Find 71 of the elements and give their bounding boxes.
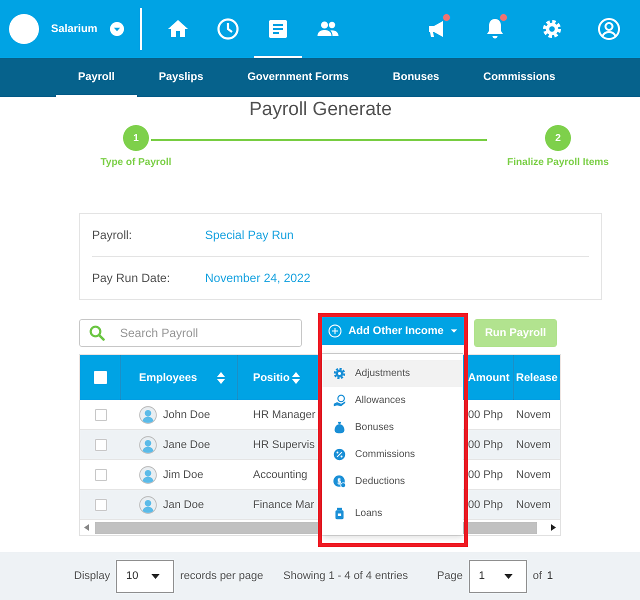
menu-item[interactable]: Bonuses [322, 414, 463, 441]
money-bag-icon [333, 421, 346, 434]
avatar-icon [139, 496, 157, 514]
menu-item[interactable]: Deductions [322, 468, 463, 495]
add-icon [328, 324, 342, 338]
table-cell: Novem [516, 408, 551, 420]
table-cell: 00 Php [468, 408, 503, 420]
caret-icon [504, 574, 513, 578]
entries-count: Showing 1 - 4 of 4 entries [283, 570, 408, 582]
table-cell: 00 Php [468, 498, 503, 510]
sort-icon[interactable] [217, 372, 225, 384]
nav-tab[interactable]: Government Forms [225, 58, 371, 97]
step-number: 2 [545, 125, 571, 151]
avatar-icon [139, 406, 157, 424]
employee-name: John Doe [163, 408, 210, 420]
row-checkbox[interactable] [94, 498, 106, 510]
nav-tab[interactable]: Payroll [56, 58, 137, 97]
menu-item[interactable]: Commissions [322, 441, 463, 468]
row-checkbox[interactable] [94, 438, 106, 450]
table-cell: HR Supervis [253, 438, 315, 450]
sort-icon[interactable] [292, 372, 300, 384]
page-title: Payroll Generate [248, 99, 393, 121]
percent-icon [333, 448, 346, 461]
row-checkbox[interactable] [94, 468, 106, 480]
jar-icon [333, 507, 346, 520]
detail-value: November 24, 2022 [205, 271, 310, 285]
nav-tab[interactable]: Bonuses [370, 58, 462, 97]
table-cell: Novem [516, 438, 551, 450]
avatar-icon [139, 436, 157, 454]
table-cell: Novem [516, 498, 551, 510]
scroll-left-icon[interactable] [84, 524, 89, 531]
caret-icon [151, 574, 160, 578]
gear-icon [333, 367, 346, 380]
table-cell: Accounting [253, 468, 308, 480]
pager-label: of [532, 570, 542, 582]
scroll-right-icon[interactable] [551, 524, 556, 531]
caret-icon [450, 327, 458, 335]
hand-coin-icon [333, 394, 346, 407]
menu-item[interactable]: Adjustments [322, 360, 463, 387]
menu-item[interactable]: Allowances [322, 387, 463, 414]
step-number: 1 [123, 125, 149, 151]
step-label: Type of Payroll [100, 157, 172, 168]
employee-name: Jim Doe [163, 468, 204, 480]
logo-circle [9, 14, 39, 44]
select-all-checkbox[interactable] [94, 371, 106, 384]
avatar-icon [139, 466, 157, 484]
table-cell: 00 Php [468, 438, 503, 450]
dropdown-icon[interactable] [110, 22, 124, 36]
table-cell: Finance Mar [253, 498, 314, 510]
menu-item[interactable]: Loans [322, 500, 463, 527]
employee-name: Jane Doe [163, 438, 210, 450]
per-page-select[interactable]: 10 [116, 560, 174, 592]
table-cell: HR Manager [253, 408, 316, 420]
total-pages: 1 [546, 570, 554, 582]
detail-label: Pay Run Date: [92, 271, 172, 285]
detail-value: Special Pay Run [205, 228, 294, 242]
dollar-icon [333, 475, 346, 488]
employee-name: Jan Doe [163, 498, 204, 510]
pager-label: Display [74, 570, 110, 582]
table-cell: 00 Php [468, 468, 503, 480]
pager-label: records per page [180, 570, 264, 582]
nav-tab[interactable]: Commissions [461, 58, 578, 97]
nav-tab[interactable]: Payslips [136, 58, 226, 97]
search-field[interactable]: Search Payroll [79, 319, 302, 347]
search-icon [89, 325, 105, 341]
pager-label: Page [437, 570, 463, 582]
detail-label: Payroll: [92, 228, 134, 242]
page-select[interactable]: 1 [468, 560, 527, 592]
step-label: Finalize Payroll Items [507, 157, 609, 168]
row-checkbox[interactable] [94, 408, 106, 420]
table-cell: Novem [516, 468, 551, 480]
